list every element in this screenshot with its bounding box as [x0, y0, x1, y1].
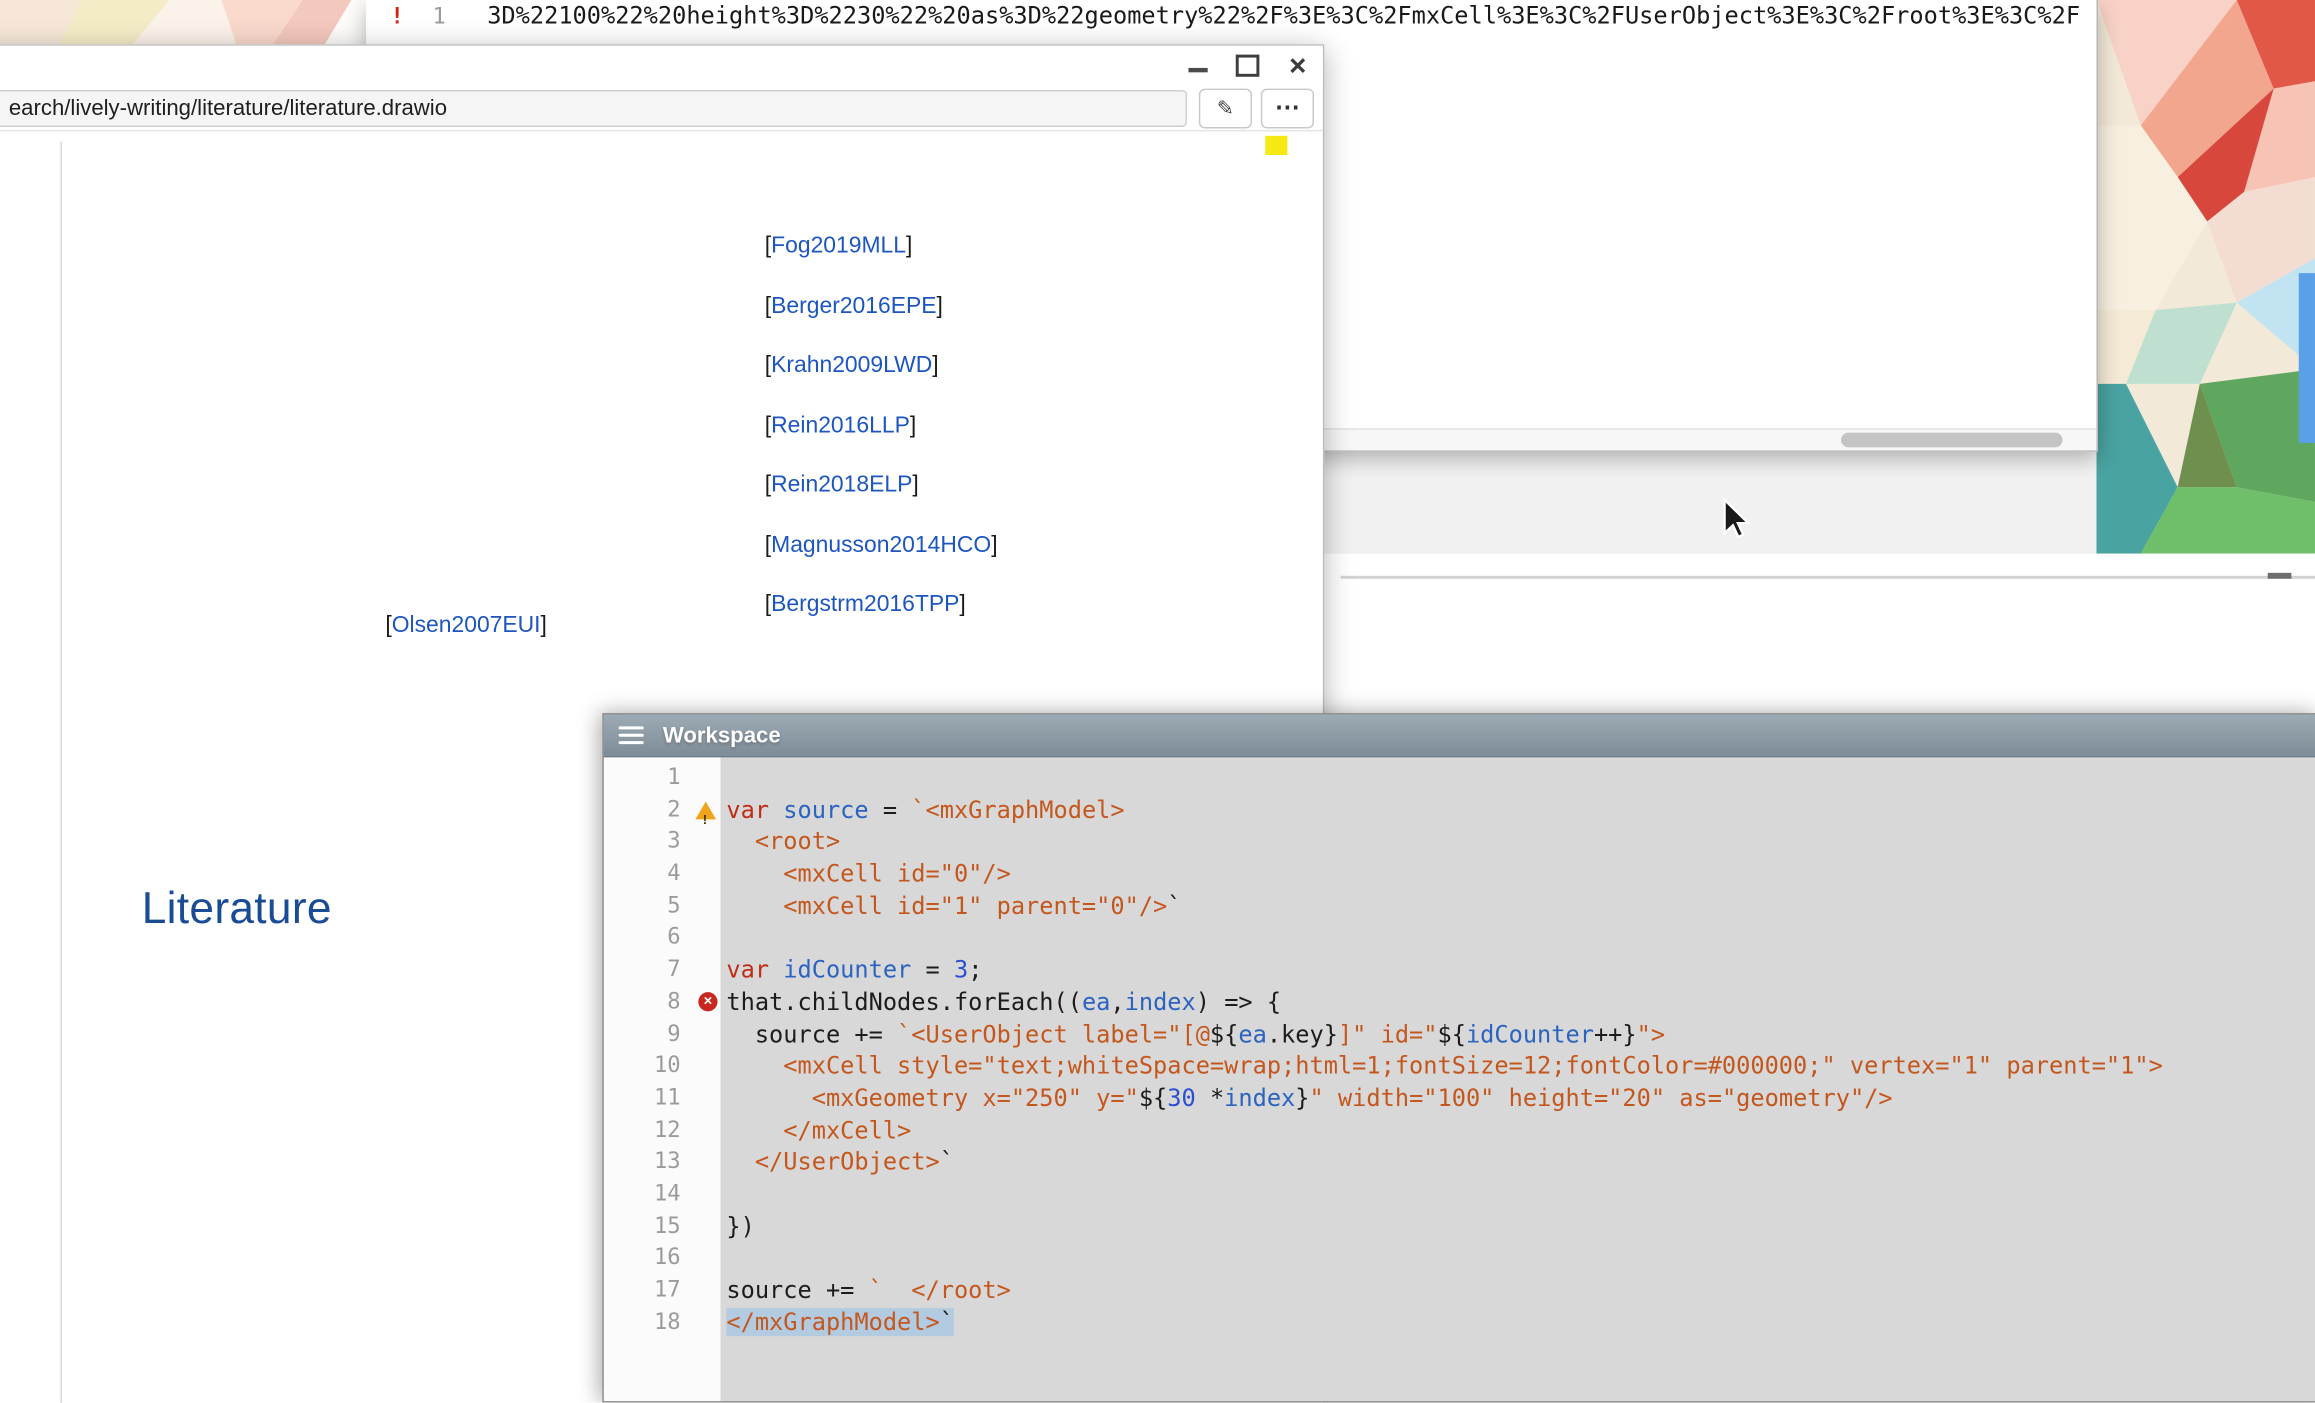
code-editor: 12!345678×9101112131415161718 var source…: [604, 757, 2315, 1401]
citation-key[interactable]: Bergstrm2016TPP: [771, 592, 959, 617]
background-window-divider: [1341, 576, 2315, 579]
bracket: ]: [910, 413, 916, 438]
code-line[interactable]: <root>: [726, 826, 2315, 858]
warning-icon[interactable]: !: [695, 801, 716, 819]
citation-key[interactable]: Krahn2009LWD: [771, 353, 932, 378]
line-number[interactable]: 8×: [604, 986, 721, 1018]
desktop-wallpaper-topleft: [0, 0, 366, 44]
code-line[interactable]: var source = `<mxGraphModel>: [726, 794, 2315, 826]
code-line[interactable]: [726, 762, 2315, 794]
desktop-wallpaper-right: [2096, 0, 2315, 554]
background-window-strip: [1321, 452, 2096, 554]
scrollbar-thumb[interactable]: [1841, 433, 2062, 448]
minimize-icon: [1188, 68, 1207, 72]
bracket: ]: [959, 592, 965, 617]
path-input[interactable]: [0, 89, 1187, 126]
literature-heading: Literature: [142, 884, 332, 934]
desktop: ! 1 3D%22100%22%20height%3D%2230%22%20as…: [0, 0, 2315, 1403]
code-line[interactable]: var idCounter = 3;: [726, 954, 2315, 986]
error-icon[interactable]: ×: [698, 992, 717, 1011]
code-line[interactable]: [726, 1178, 2315, 1210]
line-number: 1: [407, 2, 445, 29]
citation-link[interactable]: [Berger2016EPE]: [765, 277, 998, 337]
bracket: ]: [932, 353, 938, 378]
page-boundary-line: [61, 142, 62, 1403]
mouse-cursor: [1721, 498, 1751, 542]
yellow-marker[interactable]: [1265, 136, 1287, 155]
code-line[interactable]: <mxCell style="text;whiteSpace=wrap;html…: [726, 1050, 2315, 1082]
code-line[interactable]: <mxCell id="0"/>: [726, 858, 2315, 890]
code-line[interactable]: ! 1 3D%22100%22%20height%3D%2230%22%20as…: [366, 0, 2096, 31]
code-line[interactable]: </mxGraphModel>`: [726, 1306, 2315, 1338]
line-number[interactable]: 7: [604, 954, 721, 986]
line-number[interactable]: 10: [604, 1050, 721, 1082]
code-line[interactable]: <mxGeometry x="250" y="${30 *index}" wid…: [726, 1082, 2315, 1114]
line-number[interactable]: 17: [604, 1274, 721, 1306]
bracket: ]: [991, 532, 997, 557]
citation-column: [Fog2019MLL][Berger2016EPE][Krahn2009LWD…: [765, 217, 998, 636]
line-number[interactable]: 11: [604, 1082, 721, 1114]
code-line[interactable]: </UserObject>`: [726, 1146, 2315, 1178]
code-line[interactable]: <mxCell id="1" parent="0"/>`: [726, 890, 2315, 922]
code-line[interactable]: source += `<UserObject label="[@${ea.key…: [726, 1018, 2315, 1050]
pencil-icon: ✎: [1217, 95, 1234, 120]
workspace-titlebar[interactable]: Workspace: [604, 715, 2315, 758]
citation-link[interactable]: [Krahn2009LWD]: [765, 337, 998, 397]
close-icon: ×: [1289, 52, 1306, 79]
line-number[interactable]: 12: [604, 1114, 721, 1146]
citation-link[interactable]: [Magnusson2014HCO]: [765, 516, 998, 576]
background-minimize-dash: [2268, 573, 2292, 579]
citation-link[interactable]: [Rein2016LLP]: [765, 396, 998, 456]
menu-icon[interactable]: [619, 726, 644, 744]
line-number[interactable]: 4: [604, 858, 721, 890]
citation-aside: [Olsen2007EUI]: [385, 596, 547, 656]
bracket: ]: [906, 233, 912, 258]
citation-link[interactable]: [Olsen2007EUI]: [385, 596, 547, 656]
code-line[interactable]: [726, 922, 2315, 954]
code-line[interactable]: }): [726, 1210, 2315, 1242]
citation-link[interactable]: [Rein2018ELP]: [765, 456, 998, 516]
more-button[interactable]: ⋯: [1261, 88, 1314, 128]
citation-key[interactable]: Rein2016LLP: [771, 413, 910, 438]
edit-button[interactable]: ✎: [1199, 88, 1252, 128]
bracket: ]: [937, 293, 943, 318]
line-number[interactable]: 15: [604, 1210, 721, 1242]
code-line[interactable]: </mxCell>: [726, 1114, 2315, 1146]
citation-link[interactable]: [Bergstrm2016TPP]: [765, 576, 998, 636]
window-title: Workspace: [663, 723, 781, 748]
address-bar: ✎ ⋯: [0, 86, 1323, 132]
drawio-titlebar[interactable]: ×: [0, 46, 1323, 86]
encoded-xml-text: 3D%22100%22%20height%3D%2230%22%20as%3D%…: [487, 1, 2080, 29]
maximize-button[interactable]: [1234, 52, 1261, 79]
citation-key[interactable]: Fog2019MLL: [771, 233, 906, 258]
line-number[interactable]: 6: [604, 922, 721, 954]
line-number[interactable]: 13: [604, 1146, 721, 1178]
line-number[interactable]: 1: [604, 762, 721, 794]
line-number[interactable]: 3: [604, 826, 721, 858]
line-number[interactable]: 9: [604, 1018, 721, 1050]
close-button[interactable]: ×: [1284, 52, 1311, 79]
bracket: ]: [912, 472, 918, 497]
citation-key[interactable]: Rein2018ELP: [771, 472, 912, 497]
error-marker-icon: !: [387, 2, 408, 29]
citation-key[interactable]: Berger2016EPE: [771, 293, 936, 318]
citation-link[interactable]: [Fog2019MLL]: [765, 217, 998, 277]
workspace-window: Workspace 12!345678×9101112131415161718 …: [602, 713, 2315, 1402]
line-number[interactable]: 18: [604, 1306, 721, 1338]
line-number[interactable]: 16: [604, 1242, 721, 1274]
line-number[interactable]: 14: [604, 1178, 721, 1210]
ellipsis-icon: ⋯: [1275, 93, 1300, 123]
code-line[interactable]: [726, 1242, 2315, 1274]
bracket: ]: [541, 613, 547, 638]
citation-key[interactable]: Magnusson2014HCO: [771, 532, 991, 557]
maximize-icon: [1236, 55, 1260, 77]
minimize-button[interactable]: [1184, 52, 1211, 79]
code-line[interactable]: source += ` </root>: [726, 1274, 2315, 1306]
code-line[interactable]: that.childNodes.forEach((ea,index) => {: [726, 986, 2315, 1018]
line-number[interactable]: 2!: [604, 794, 721, 826]
code-area[interactable]: var source = `<mxGraphModel> <root> <mxC…: [720, 757, 2315, 1401]
line-number[interactable]: 5: [604, 890, 721, 922]
citation-key[interactable]: Olsen2007EUI: [392, 613, 541, 638]
gutter: 12!345678×9101112131415161718: [604, 757, 721, 1401]
